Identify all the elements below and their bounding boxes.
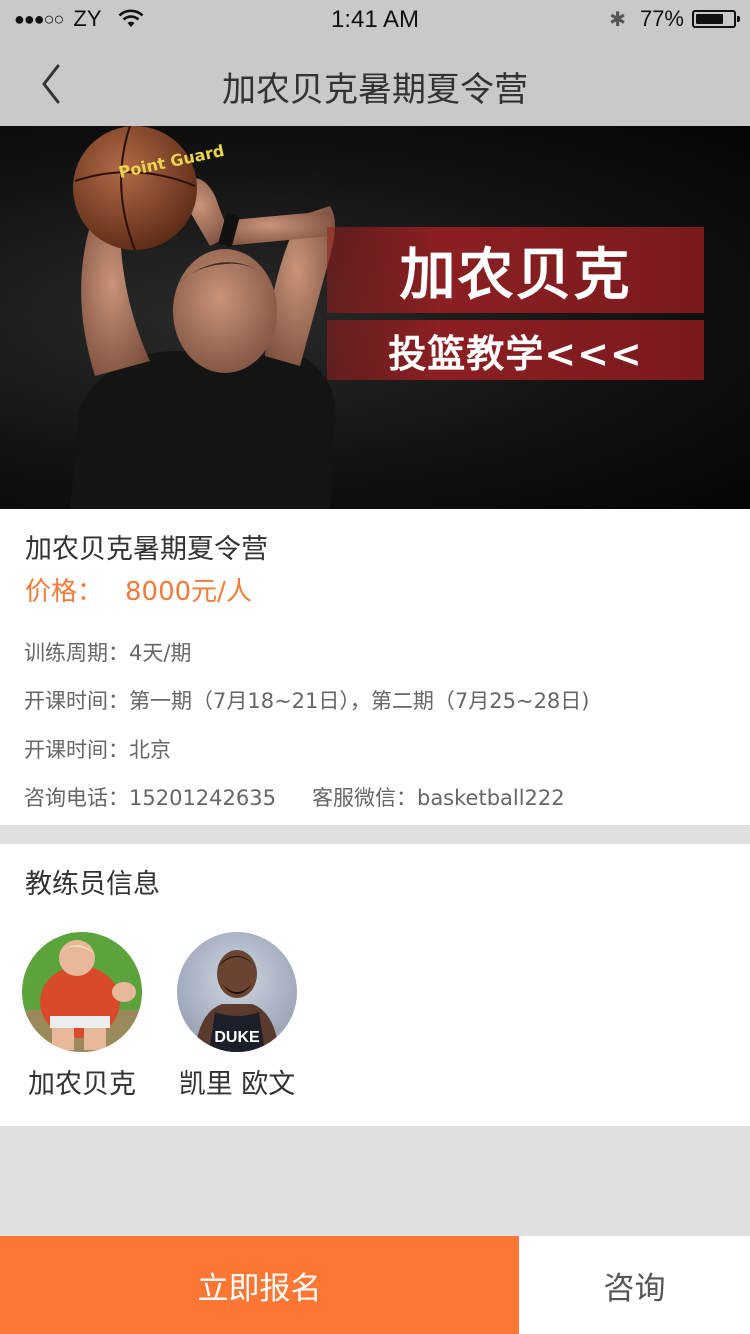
contact-wechat: 客服微信：basketball222 <box>311 786 565 810</box>
price-value: 8000元/人 <box>125 577 252 607</box>
navigation-bar: 加农贝克暑期夏令营 <box>0 40 750 126</box>
contact-row: 咨询电话：15201242635 客服微信：basketball222 <box>24 782 565 812</box>
coach-card[interactable]: DUKE 凯里 欧文 <box>162 932 312 1101</box>
page-title: 加农贝克暑期夏令营 <box>222 70 528 110</box>
coach-name: 凯里 欧文 <box>178 1069 296 1100</box>
coach-shooting-illustration: Point Guard <box>70 126 336 509</box>
signup-button[interactable]: 立即报名 <box>0 1236 519 1334</box>
svg-text:DUKE: DUKE <box>214 1029 260 1046</box>
player-photo-image: DUKE <box>177 932 297 1052</box>
price-row: 价格： 8000元/人 <box>25 571 252 608</box>
price-label: 价格： <box>25 577 104 607</box>
hero-banner-line1: 加农贝克 <box>327 227 704 313</box>
battery-percent: 77% <box>639 6 684 31</box>
consult-button[interactable]: 咨询 <box>519 1236 750 1334</box>
coach-name: 加农贝克 <box>28 1069 136 1100</box>
coach-section-title: 教练员信息 <box>25 869 160 900</box>
status-bar: ●●●○○ ZY 1:41 AM ✱ 77% <box>0 0 750 40</box>
battery-tip <box>737 16 740 22</box>
coach-card[interactable]: 加农贝克 <box>7 932 157 1101</box>
bluetooth-icon: ✱ <box>609 8 626 31</box>
hero-banner-line2: 投篮教学<<< <box>327 320 704 380</box>
cartoon-coach-image <box>22 932 142 1052</box>
camp-title: 加农贝克暑期夏令营 <box>25 534 268 565</box>
training-period: 训练周期：4天/期 <box>24 641 192 665</box>
coach-avatar: DUKE <box>177 932 297 1052</box>
status-right: ✱ 77% <box>609 6 740 32</box>
battery-icon <box>692 10 740 28</box>
coach-avatar <box>22 932 142 1052</box>
class-schedule: 开课时间：第一期（7月18~21日），第二期（7月25~28日) <box>24 689 590 713</box>
contact-phone[interactable]: 咨询电话：15201242635 <box>24 786 276 810</box>
camp-info-card: 加农贝克暑期夏令营 价格： 8000元/人 训练周期：4天/期 开课时间：第一期（… <box>0 509 750 825</box>
coach-section: 教练员信息 加农贝克 DUKE 凯里 欧文 <box>0 844 750 1126</box>
hero-banner: Point Guard 加农贝克 投篮教学<<< <box>0 126 750 509</box>
battery-level <box>696 14 723 24</box>
class-location: 开课时间：北京 <box>24 738 171 762</box>
